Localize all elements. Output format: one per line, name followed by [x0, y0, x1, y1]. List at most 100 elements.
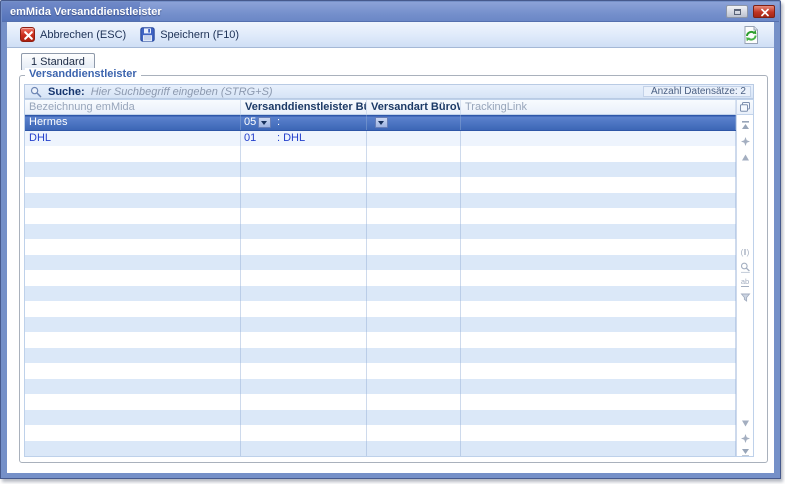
grid-row-empty[interactable] — [25, 394, 736, 410]
column-chooser-button[interactable] — [737, 100, 753, 115]
versandart-cell — [367, 379, 461, 395]
versandart-cell — [367, 270, 461, 286]
prior-page-button[interactable] — [739, 135, 751, 147]
maximize-button[interactable] — [726, 5, 748, 18]
column-header-1[interactable]: Bezeichnung emMida — [25, 100, 241, 114]
versandart-dropdown-button[interactable] — [375, 117, 388, 128]
grid-row-empty[interactable] — [25, 301, 736, 317]
prior-record-button[interactable] — [739, 151, 751, 163]
trackinglink-cell — [461, 270, 736, 286]
grid-row-empty[interactable] — [25, 270, 736, 286]
trackinglink-cell — [461, 394, 736, 410]
trackinglink-cell — [461, 317, 736, 333]
bezeichnung-cell — [25, 410, 241, 426]
grid-row-empty[interactable] — [25, 193, 736, 209]
versandart-cell — [367, 286, 461, 302]
column-resize-button[interactable]: (‖) — [739, 246, 751, 258]
grid-row-empty[interactable] — [25, 224, 736, 240]
filter-icon — [740, 292, 751, 303]
versandart-cell — [367, 363, 461, 379]
next-page-button[interactable] — [739, 432, 751, 444]
versandart-cell — [367, 208, 461, 224]
bezeichnung-cell — [25, 379, 241, 395]
close-button[interactable] — [753, 5, 775, 18]
first-record-button[interactable] — [739, 119, 751, 131]
versanddienstleister-cell — [241, 332, 367, 348]
vdl-name-text: : DHL — [277, 131, 305, 146]
zoom-button[interactable] — [739, 261, 751, 273]
bezeichnung-cell — [25, 363, 241, 379]
grid-row-empty[interactable] — [25, 286, 736, 302]
bezeichnung-cell — [25, 301, 241, 317]
grid-row-empty[interactable] — [25, 410, 736, 426]
trackinglink-cell — [461, 193, 736, 209]
trackinglink-cell — [461, 224, 736, 240]
versandart-cell — [367, 348, 461, 364]
maximize-icon — [734, 9, 741, 15]
grid-row-dhl[interactable]: DHL01: DHL — [25, 131, 736, 147]
bezeichnung-text: Hermes — [29, 115, 68, 130]
grid-row-empty[interactable] — [25, 146, 736, 162]
grid-row-empty[interactable] — [25, 239, 736, 255]
column-header-4[interactable]: TrackingLink — [461, 100, 736, 114]
versandart-cell — [367, 115, 461, 130]
bezeichnung-cell — [25, 286, 241, 302]
versanddienstleister-cell — [241, 286, 367, 302]
versandart-cell — [367, 162, 461, 178]
search-label: Suche: — [48, 86, 85, 98]
grid-row-empty[interactable] — [25, 348, 736, 364]
versandart-cell — [367, 317, 461, 333]
filter-button[interactable] — [739, 291, 751, 303]
column-header-3[interactable]: Versandart BüroWARE — [367, 100, 461, 114]
groupbox-label: Versanddienstleister — [25, 68, 141, 80]
next-page-icon — [740, 433, 751, 444]
tab-standard-label: 1 Standard — [31, 56, 85, 68]
trackinglink-cell — [461, 425, 736, 441]
grid-row-empty[interactable] — [25, 379, 736, 395]
bezeichnung-cell — [25, 239, 241, 255]
trackinglink-cell — [461, 115, 736, 130]
grid-row-hermes[interactable]: Hermes 05: — [25, 115, 736, 131]
grid-row-empty[interactable] — [25, 317, 736, 333]
titlebar-chip: emMida Versanddienstleister — [2, 2, 140, 21]
grid-row-empty[interactable] — [25, 177, 736, 193]
vdl-dropdown-button[interactable] — [258, 117, 271, 128]
versandart-cell — [367, 410, 461, 426]
titlebar[interactable]: emMida Versanddienstleister — [2, 2, 779, 22]
bezeichnung-cell — [25, 224, 241, 240]
versanddienstleister-cell — [241, 224, 367, 240]
search-bar: Suche: Anzahl Datensätze: 2 — [24, 84, 754, 99]
grid-row-empty[interactable] — [25, 208, 736, 224]
last-record-button[interactable] — [739, 446, 751, 457]
versanddienstleister-cell — [241, 208, 367, 224]
bezeichnung-cell — [25, 348, 241, 364]
trackinglink-cell — [461, 410, 736, 426]
refresh-button[interactable] — [741, 25, 761, 45]
window: emMida Versanddienstleister Abbrechen (E… — [0, 0, 781, 479]
trackinglink-cell — [461, 177, 736, 193]
trackinglink-cell — [461, 301, 736, 317]
grid-row-empty[interactable] — [25, 363, 736, 379]
grid-row-empty[interactable] — [25, 332, 736, 348]
versanddienstleister-cell — [241, 162, 367, 178]
grid-row-empty[interactable] — [25, 441, 736, 457]
grid-row-empty[interactable] — [25, 425, 736, 441]
versandart-cell — [367, 255, 461, 271]
cancel-button[interactable]: Abbrechen (ESC) — [13, 25, 133, 44]
versanddienstleister-cell: 05: — [241, 115, 367, 130]
search-input[interactable] — [91, 85, 643, 98]
text-search-button[interactable]: ab — [739, 276, 751, 288]
versanddienstleister-cell — [241, 394, 367, 410]
versanddienstleister-cell — [241, 177, 367, 193]
trackinglink-cell — [461, 146, 736, 162]
prior-record-icon — [740, 152, 751, 163]
grid-row-empty[interactable] — [25, 255, 736, 271]
column-header-2[interactable]: Versanddienstleister BüroWARE — [241, 100, 367, 114]
bezeichnung-cell — [25, 177, 241, 193]
versandart-cell — [367, 193, 461, 209]
trackinglink-cell — [461, 348, 736, 364]
grid-row-empty[interactable] — [25, 162, 736, 178]
titlebar-buttons — [726, 5, 775, 18]
next-record-button[interactable] — [739, 417, 751, 429]
save-button[interactable]: Speichern (F10) — [133, 25, 246, 44]
